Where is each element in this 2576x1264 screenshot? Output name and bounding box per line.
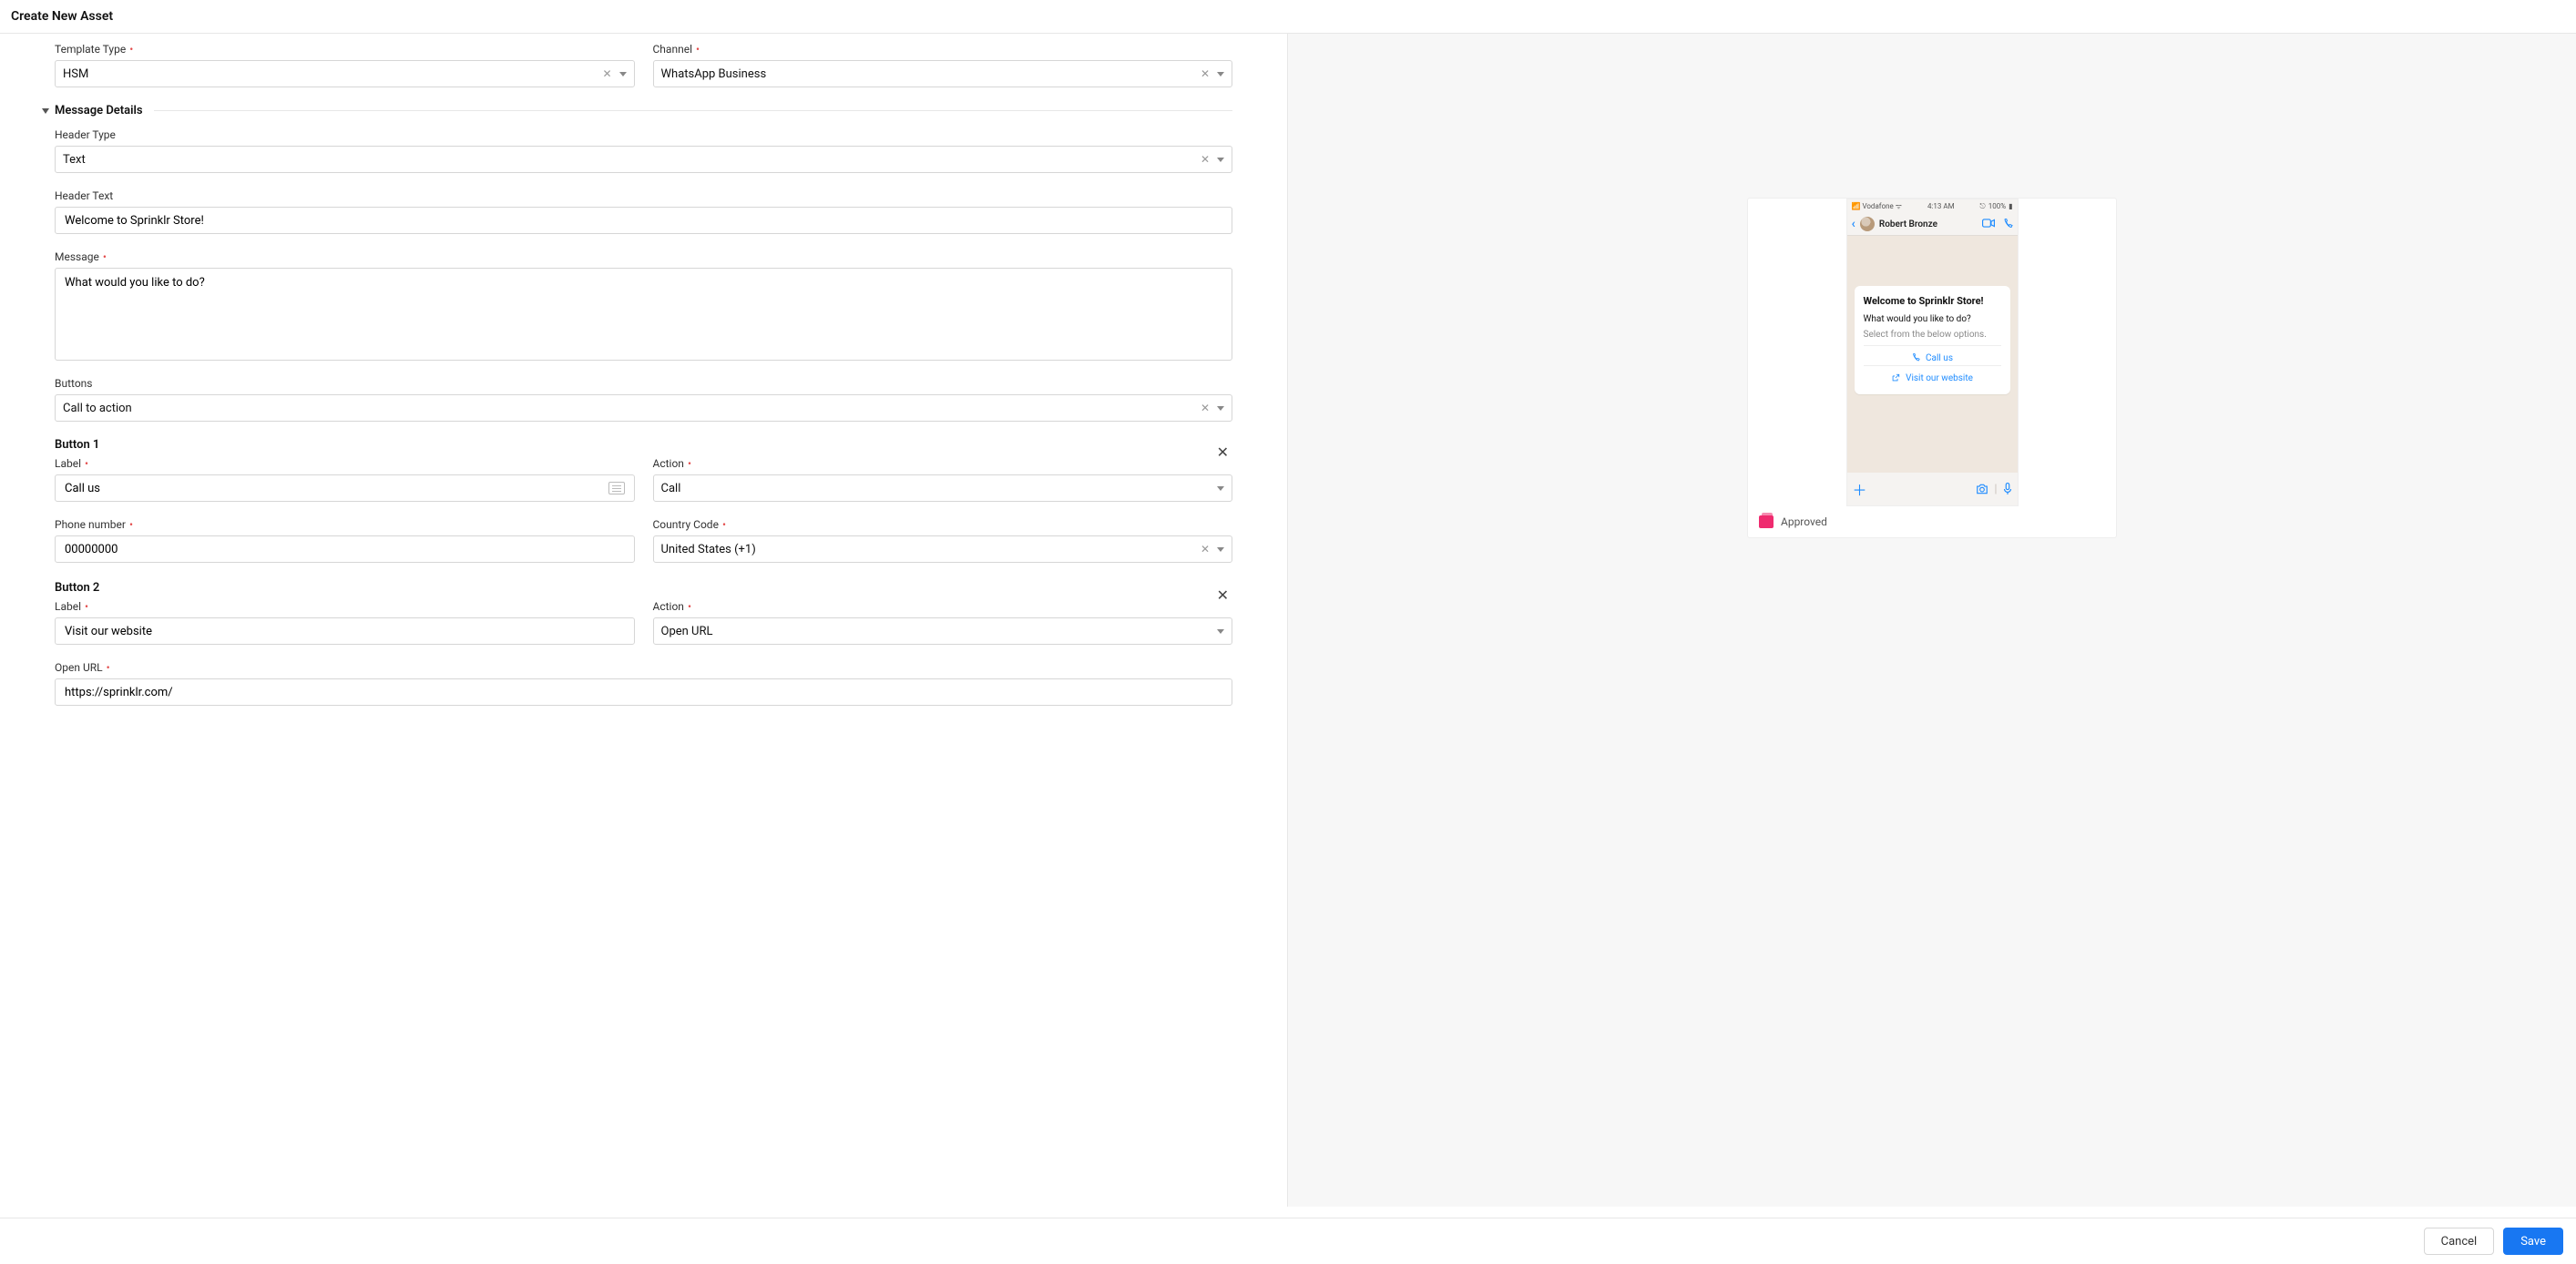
clear-icon[interactable]: ✕ <box>1201 543 1210 556</box>
b2-url-label: Open URL• <box>55 661 1232 674</box>
template-type-select[interactable]: HSM ✕ <box>55 60 635 87</box>
header-type-select[interactable]: Text ✕ <box>55 146 1232 173</box>
b2-label-label: Label• <box>55 600 635 613</box>
b2-action-select[interactable]: Open URL <box>653 617 1233 645</box>
preview-message-card: Welcome to Sprinklr Store! What would yo… <box>1855 286 2010 394</box>
b1-label-label: Label• <box>55 457 635 470</box>
approval-status: Approved <box>1748 506 2116 537</box>
header-type-label: Header Type <box>55 128 1232 141</box>
b1-cc-select[interactable]: United States (+1) ✕ <box>653 535 1233 563</box>
b2-label-input[interactable] <box>55 617 635 645</box>
external-link-icon <box>1891 373 1900 382</box>
approval-icon <box>1759 515 1774 528</box>
compose-add-icon: ＋ <box>1853 478 1867 500</box>
channel-select[interactable]: WhatsApp Business ✕ <box>653 60 1233 87</box>
chevron-down-icon <box>619 72 627 76</box>
preview-card: 📶 Vodafone ᯤ 4:13 AM ⎋100%▮ ‹ Robert Bro… <box>1747 198 2117 538</box>
preview-subtext: Select from the below options. <box>1864 330 2001 340</box>
clear-icon[interactable]: ✕ <box>1201 402 1210 414</box>
buttons-label: Buttons <box>55 377 1232 390</box>
b1-phone-input[interactable] <box>55 535 635 563</box>
time-label: 4:13 AM <box>1927 202 1955 210</box>
clear-icon[interactable]: ✕ <box>1201 67 1210 80</box>
chevron-down-icon <box>1217 406 1224 411</box>
b2-action-label: Action• <box>653 600 1233 613</box>
chevron-down-icon <box>1217 158 1224 162</box>
preview-button-visit-website: Visit our website <box>1864 365 2001 385</box>
preview-message-text: What would you like to do? <box>1864 314 2001 324</box>
mic-icon <box>2003 483 2012 495</box>
preview-button-call-us: Call us <box>1864 345 2001 365</box>
b1-action-select[interactable]: Call <box>653 474 1233 502</box>
phone-preview: 📶 Vodafone ᯤ 4:13 AM ⎋100%▮ ‹ Robert Bro… <box>1846 199 2019 506</box>
section-message-details[interactable]: Message Details <box>42 104 1232 117</box>
insert-asset-icon[interactable] <box>608 482 625 494</box>
b2-url-input[interactable] <box>55 678 1232 706</box>
battery-label: 100% <box>1988 202 2006 210</box>
message-textarea[interactable]: What would you like to do? <box>55 268 1232 361</box>
footer-actions: Cancel Save <box>0 1218 2576 1264</box>
remove-button1[interactable]: ✕ <box>1217 443 1229 461</box>
b1-phone-label: Phone number• <box>55 518 635 531</box>
voice-call-icon <box>2002 219 2013 229</box>
chevron-down-icon <box>1217 629 1224 634</box>
b1-label-input[interactable] <box>55 474 635 502</box>
carrier-label: 📶 Vodafone ᯤ <box>1852 201 1903 211</box>
cancel-button[interactable]: Cancel <box>2424 1228 2495 1255</box>
camera-icon <box>1976 484 1988 494</box>
preview-header-text: Welcome to Sprinklr Store! <box>1864 295 2001 309</box>
clear-icon[interactable]: ✕ <box>602 67 611 80</box>
chevron-down-icon <box>42 108 49 114</box>
chevron-down-icon <box>1217 72 1224 76</box>
bluetooth-icon: ⎋ <box>1979 202 1985 211</box>
contact-name: Robert Bronze <box>1879 219 1978 229</box>
b1-cc-label: Country Code• <box>653 518 1233 531</box>
template-type-label: Template Type• <box>55 43 635 56</box>
battery-icon: ▮ <box>2009 202 2012 210</box>
preview-pane: 📶 Vodafone ᯤ 4:13 AM ⎋100%▮ ‹ Robert Bro… <box>1288 34 2576 1207</box>
button1-title: Button 1 <box>55 438 1232 452</box>
button2-title: Button 2 <box>55 581 1232 595</box>
avatar <box>1860 217 1875 231</box>
page-title: Create New Asset <box>0 0 2576 34</box>
header-text-input[interactable] <box>55 207 1232 234</box>
buttons-select[interactable]: Call to action ✕ <box>55 394 1232 422</box>
phone-icon <box>1911 353 1920 362</box>
remove-button2[interactable]: ✕ <box>1217 586 1229 604</box>
video-call-icon <box>1982 219 1995 229</box>
b1-action-label: Action• <box>653 457 1233 470</box>
chevron-down-icon <box>1217 547 1224 552</box>
chevron-down-icon <box>1217 486 1224 491</box>
clear-icon[interactable]: ✕ <box>1201 153 1210 166</box>
back-icon: ‹ <box>1852 217 1855 231</box>
save-button[interactable]: Save <box>2503 1228 2563 1255</box>
header-text-label: Header Text <box>55 189 1232 202</box>
message-label: Message• <box>55 250 1232 263</box>
channel-label: Channel• <box>653 43 1233 56</box>
form-pane: Template Type• HSM ✕ Channel• WhatsApp B… <box>0 34 1288 1207</box>
